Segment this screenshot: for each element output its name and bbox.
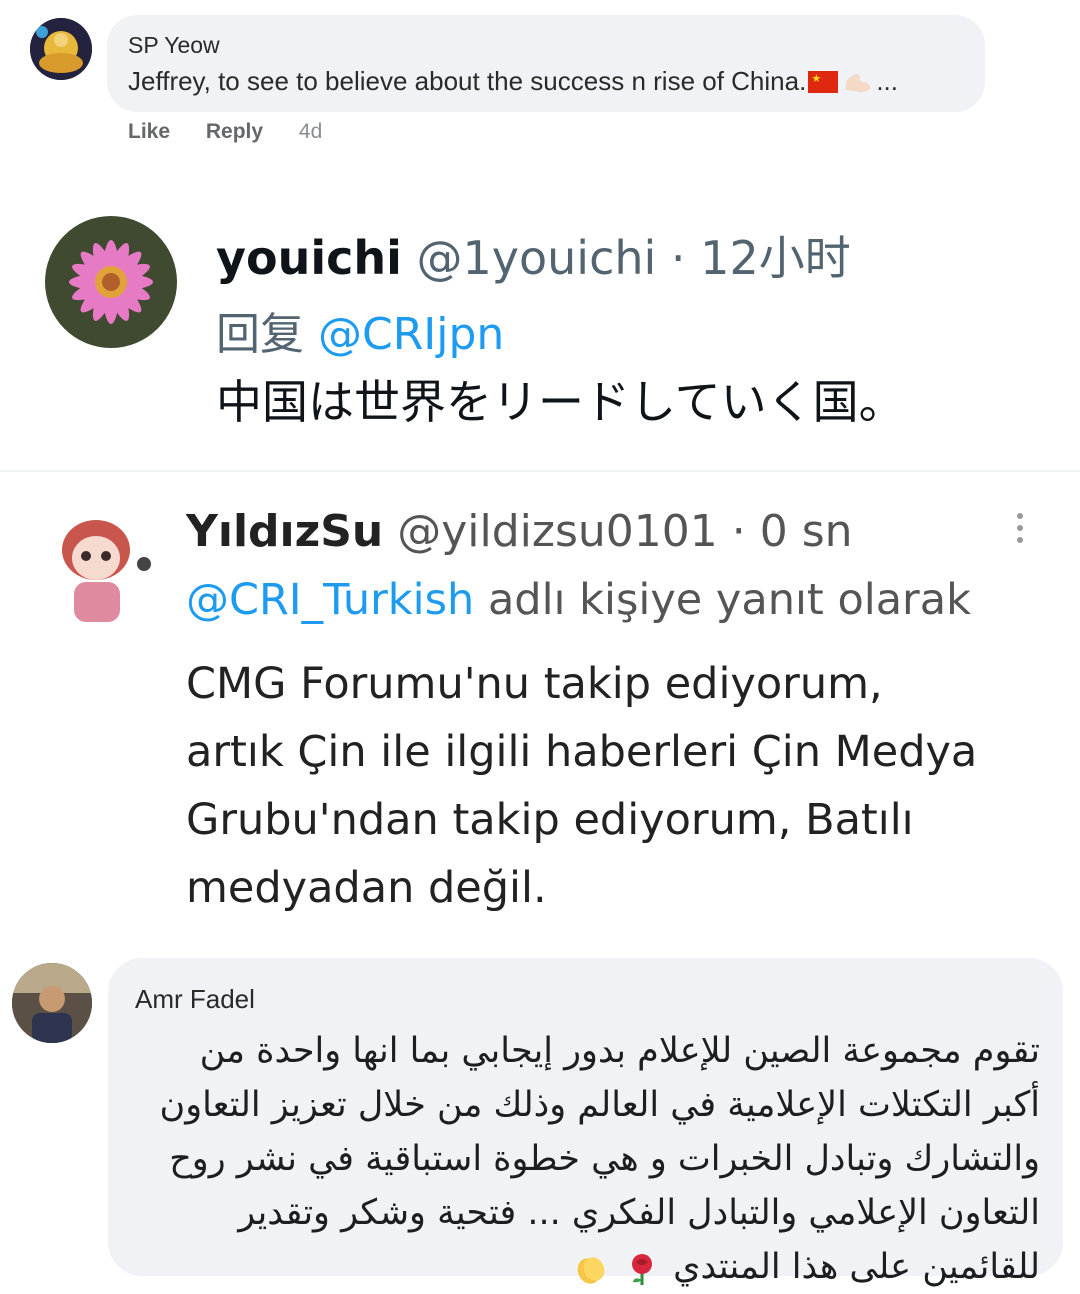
comment-timestamp[interactable]: 4d — [299, 120, 322, 143]
tweet-text-line: CMG Forumu'nu takip ediyorum, — [186, 659, 883, 709]
comment-text: تقوم مجموعة الصين للإعلام بدور إيجابي بم… — [130, 1024, 1040, 1294]
tweet-text-line: artık Çin ile ilgili haberleri Çin Medya — [186, 727, 978, 777]
reply-button[interactable]: Reply — [206, 120, 263, 143]
flexed-biceps-icon — [845, 74, 871, 92]
tweet-header: YıldızSu @yildizsu0101 · 0 sn — [186, 506, 853, 557]
comment-bubble — [107, 15, 985, 112]
avatar[interactable] — [12, 963, 92, 1043]
comment-text-line: تقوم مجموعة الصين للإعلام بدور إيجابي بم… — [199, 1031, 1040, 1071]
tweet-author-name[interactable]: YıldızSu — [186, 506, 383, 557]
vertical-ellipsis-icon[interactable] — [1008, 510, 1032, 546]
divider — [0, 470, 1080, 472]
tweet-text-line: Grubu'ndan takip ediyorum, Batılı — [186, 795, 914, 845]
rose-icon — [631, 1254, 652, 1285]
comment-text-line: للقائمين على هذا المنتدي — [673, 1247, 1040, 1287]
mention-link[interactable]: @CRIjpn — [318, 309, 504, 360]
reply-suffix: adlı kişiye yanıt olarak — [487, 575, 971, 625]
comment-actions: Like Reply 4d — [128, 120, 352, 144]
comment-ellipsis: ... — [876, 66, 898, 96]
reply-prefix: 回复 — [216, 309, 304, 360]
comment-author[interactable]: SP Yeow — [128, 32, 220, 59]
comment-text-line: التعاون الإعلامي والتبادل الفكري ... فتح… — [238, 1193, 1040, 1233]
like-button[interactable]: Like — [128, 120, 170, 143]
pink-flower-avatar — [45, 216, 177, 348]
comment-body: Jeffrey, to see to believe about the suc… — [128, 66, 807, 96]
tweet-handle-time[interactable]: @yildizsu0101 · 0 sn — [397, 506, 852, 557]
comment-text-line: والتشارك وتبادل الخبرات و هي خطوة استباق… — [169, 1139, 1040, 1179]
reply-context: 回复 @CRIjpn — [216, 298, 504, 362]
comment-text: Jeffrey, to see to believe about the suc… — [128, 66, 898, 97]
avatar[interactable] — [45, 216, 177, 348]
reply-context: @CRI_Turkish adlı kişiye yanıt olarak — [186, 575, 971, 625]
china-flag-icon — [808, 71, 839, 93]
avatar[interactable] — [48, 506, 158, 634]
tweet-text: 中国は世界をリードしていく国。 — [216, 375, 905, 429]
comment-text-line: أكبر التكتلات الإعلامية في العالم وذلك م… — [159, 1085, 1040, 1125]
comment-text-line-last: للقائمين على هذا المنتدي — [130, 1240, 1040, 1294]
mention-link[interactable]: @CRI_Turkish — [186, 575, 474, 625]
tweet-author-name[interactable]: youichi — [216, 231, 402, 285]
clapping-hands-icon — [577, 1257, 605, 1284]
tweet-text-line: medyadan değil. — [186, 863, 547, 913]
tweet-handle-time[interactable]: @1youichi · 12小时 — [417, 231, 851, 285]
tweet-text: CMG Forumu'nu takip ediyorum, artık Çin … — [186, 650, 1066, 922]
tweet-header: youichi @1youichi · 12小时 — [216, 222, 851, 288]
comment-author[interactable]: Amr Fadel — [135, 984, 255, 1015]
avatar[interactable] — [30, 18, 92, 80]
